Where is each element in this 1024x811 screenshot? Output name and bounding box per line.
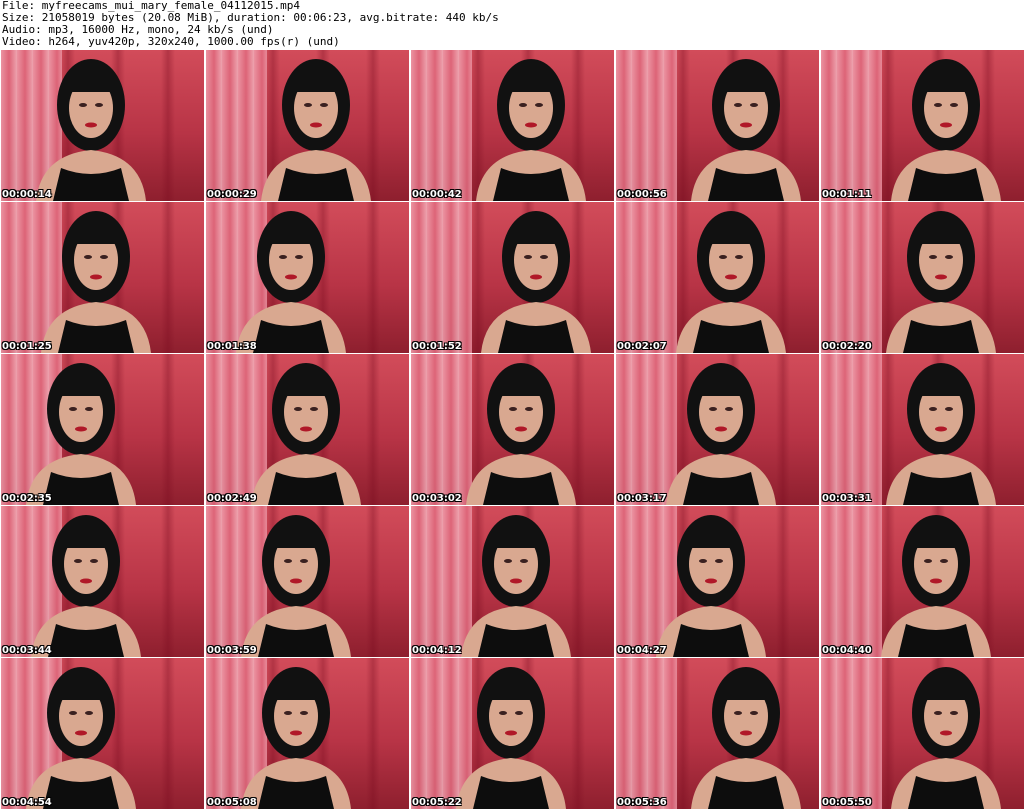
video-thumbnail: 00:00:14 (1, 50, 204, 201)
video-thumbnail: 00:02:35 (1, 354, 204, 505)
video-thumbnail: 00:05:22 (411, 658, 614, 809)
person-figure (31, 515, 141, 657)
person-figure (886, 363, 996, 505)
thumbnail-timestamp: 00:03:59 (207, 645, 257, 656)
person-figure (891, 667, 1001, 809)
video-info-line: Video: h264, yuv420p, 320x240, 1000.00 f… (2, 35, 340, 48)
thumbnail-timestamp: 00:04:54 (2, 797, 52, 808)
thumbnail-grid: 00:00:14 00:00:29 00:00:42 00:00:56 00:01:11… (0, 50, 1024, 811)
thumbnail-timestamp: 00:05:36 (617, 797, 667, 808)
video-thumbnail: 00:01:25 (1, 202, 204, 353)
person-figure (481, 211, 591, 353)
person-figure (891, 59, 1001, 201)
person-figure (456, 667, 566, 809)
thumbnail-timestamp: 00:02:07 (617, 341, 667, 352)
video-thumbnail: 00:04:27 (616, 506, 819, 657)
video-thumbnail: 00:05:08 (206, 658, 409, 809)
person-figure (236, 211, 346, 353)
thumbnail-timestamp: 00:05:22 (412, 797, 462, 808)
video-thumbnail: 00:04:54 (1, 658, 204, 809)
person-figure (251, 363, 361, 505)
thumbnail-timestamp: 00:01:25 (2, 341, 52, 352)
video-thumbnail: 00:02:07 (616, 202, 819, 353)
thumbnail-timestamp: 00:00:14 (2, 189, 52, 200)
person-figure (666, 363, 776, 505)
person-figure (676, 211, 786, 353)
thumbnail-timestamp: 00:02:49 (207, 493, 257, 504)
thumbnail-timestamp: 00:05:50 (822, 797, 872, 808)
thumbnail-timestamp: 00:03:02 (412, 493, 462, 504)
thumbnail-timestamp: 00:04:12 (412, 645, 462, 656)
thumbnail-timestamp: 00:00:56 (617, 189, 667, 200)
video-thumbnail: 00:02:20 (821, 202, 1024, 353)
person-figure (881, 515, 991, 657)
thumbnail-timestamp: 00:04:27 (617, 645, 667, 656)
thumbnail-timestamp: 00:00:42 (412, 189, 462, 200)
video-thumbnail: 00:00:42 (411, 50, 614, 201)
person-figure (691, 667, 801, 809)
file-info-header: File: myfreecams_mui_mary_female_0411201… (2, 0, 1022, 48)
thumbnail-timestamp: 00:03:17 (617, 493, 667, 504)
thumbnail-timestamp: 00:03:44 (2, 645, 52, 656)
person-figure (261, 59, 371, 201)
thumbnail-timestamp: 00:01:52 (412, 341, 462, 352)
person-figure (461, 515, 571, 657)
person-figure (476, 59, 586, 201)
thumbnail-timestamp: 00:05:08 (207, 797, 257, 808)
video-thumbnail: 00:03:31 (821, 354, 1024, 505)
person-figure (241, 667, 351, 809)
thumbnail-timestamp: 00:00:29 (207, 189, 257, 200)
video-thumbnail: 00:01:52 (411, 202, 614, 353)
thumbnail-timestamp: 00:01:11 (822, 189, 872, 200)
video-thumbnail: 00:05:50 (821, 658, 1024, 809)
video-thumbnail: 00:00:56 (616, 50, 819, 201)
person-figure (691, 59, 801, 201)
thumbnail-timestamp: 00:04:40 (822, 645, 872, 656)
video-thumbnail: 00:03:44 (1, 506, 204, 657)
person-figure (241, 515, 351, 657)
video-thumbnail: 00:02:49 (206, 354, 409, 505)
video-thumbnail: 00:04:12 (411, 506, 614, 657)
thumbnail-timestamp: 00:02:35 (2, 493, 52, 504)
person-figure (656, 515, 766, 657)
person-figure (41, 211, 151, 353)
thumbnail-timestamp: 00:01:38 (207, 341, 257, 352)
video-thumbnail: 00:04:40 (821, 506, 1024, 657)
video-thumbnail: 00:01:38 (206, 202, 409, 353)
person-figure (886, 211, 996, 353)
person-figure (466, 363, 576, 505)
thumbnail-timestamp: 00:03:31 (822, 493, 872, 504)
thumbnail-timestamp: 00:02:20 (822, 341, 872, 352)
person-figure (26, 363, 136, 505)
video-thumbnail: 00:03:59 (206, 506, 409, 657)
video-thumbnail: 00:00:29 (206, 50, 409, 201)
person-figure (36, 59, 146, 201)
video-thumbnail: 00:03:17 (616, 354, 819, 505)
video-thumbnail: 00:05:36 (616, 658, 819, 809)
person-figure (26, 667, 136, 809)
video-thumbnail: 00:03:02 (411, 354, 614, 505)
video-thumbnail: 00:01:11 (821, 50, 1024, 201)
